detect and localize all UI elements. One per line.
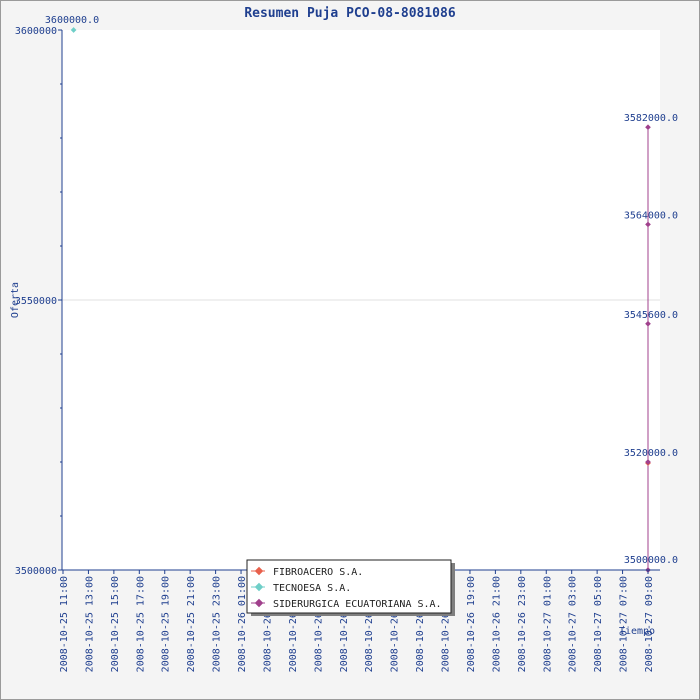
- x-axis-label: Tiempo: [619, 626, 655, 637]
- x-tick-label: 2008-10-26 01:00: [237, 576, 248, 672]
- x-tick-label: 2008-10-27 03:00: [568, 576, 579, 672]
- value-annotation: 3545600.0: [624, 310, 678, 321]
- x-tick-label: 2008-10-27 05:00: [593, 576, 604, 672]
- x-tick-label: 2008-10-25 15:00: [110, 576, 121, 672]
- value-annotation: 3520000.0: [624, 448, 678, 459]
- x-tick-label: 2008-10-25 23:00: [212, 576, 223, 672]
- value-annotation: 3582000.0: [624, 113, 678, 124]
- chart-title: Resumen Puja PCO-08-8081086: [244, 6, 455, 21]
- x-tick-label: 2008-10-27 01:00: [542, 576, 553, 672]
- y-tick-label: 3600000: [15, 26, 57, 37]
- legend-label-1: TECNOESA S.A.: [273, 583, 351, 594]
- legend-label-2: SIDERURGICA ECUATORIANA S.A.: [273, 599, 442, 610]
- x-tick-label: 2008-10-25 13:00: [84, 576, 95, 672]
- y-axis-label: Oferta: [10, 282, 21, 318]
- x-tick-label: 2008-10-26 23:00: [517, 576, 528, 672]
- legend: FIBROACERO S.A. TECNOESA S.A. SIDERURGICA …: [246, 559, 455, 616]
- value-annotation: 3600000.0: [45, 15, 99, 26]
- x-tick-label: 2008-10-27 07:00: [619, 576, 630, 672]
- x-tick-label: 2008-10-25 17:00: [135, 576, 146, 672]
- x-tick-label: 2008-10-27 09:00: [644, 576, 655, 672]
- x-tick-label: 2008-10-26 21:00: [491, 576, 502, 672]
- y-tick-labels: 3600000 3550000 3500000: [15, 26, 57, 577]
- x-tick-label: 2008-10-26 19:00: [466, 576, 477, 672]
- value-annotation: 3564000.0: [624, 210, 678, 221]
- bid-summary-chart: 3600000.0 3582000.0 3564000.0 3545600.0 3520…: [10, 6, 678, 672]
- value-annotation: 3500000.0: [624, 555, 678, 566]
- y-tick-label: 3500000: [15, 566, 57, 577]
- legend-label-0: FIBROACERO S.A.: [273, 567, 363, 578]
- x-tick-label: 2008-10-25 19:00: [161, 576, 172, 672]
- x-tick-label: 2008-10-25 21:00: [186, 576, 197, 672]
- y-tick-label: 3550000: [15, 296, 57, 307]
- x-tick-label: 2008-10-25 11:00: [59, 576, 70, 672]
